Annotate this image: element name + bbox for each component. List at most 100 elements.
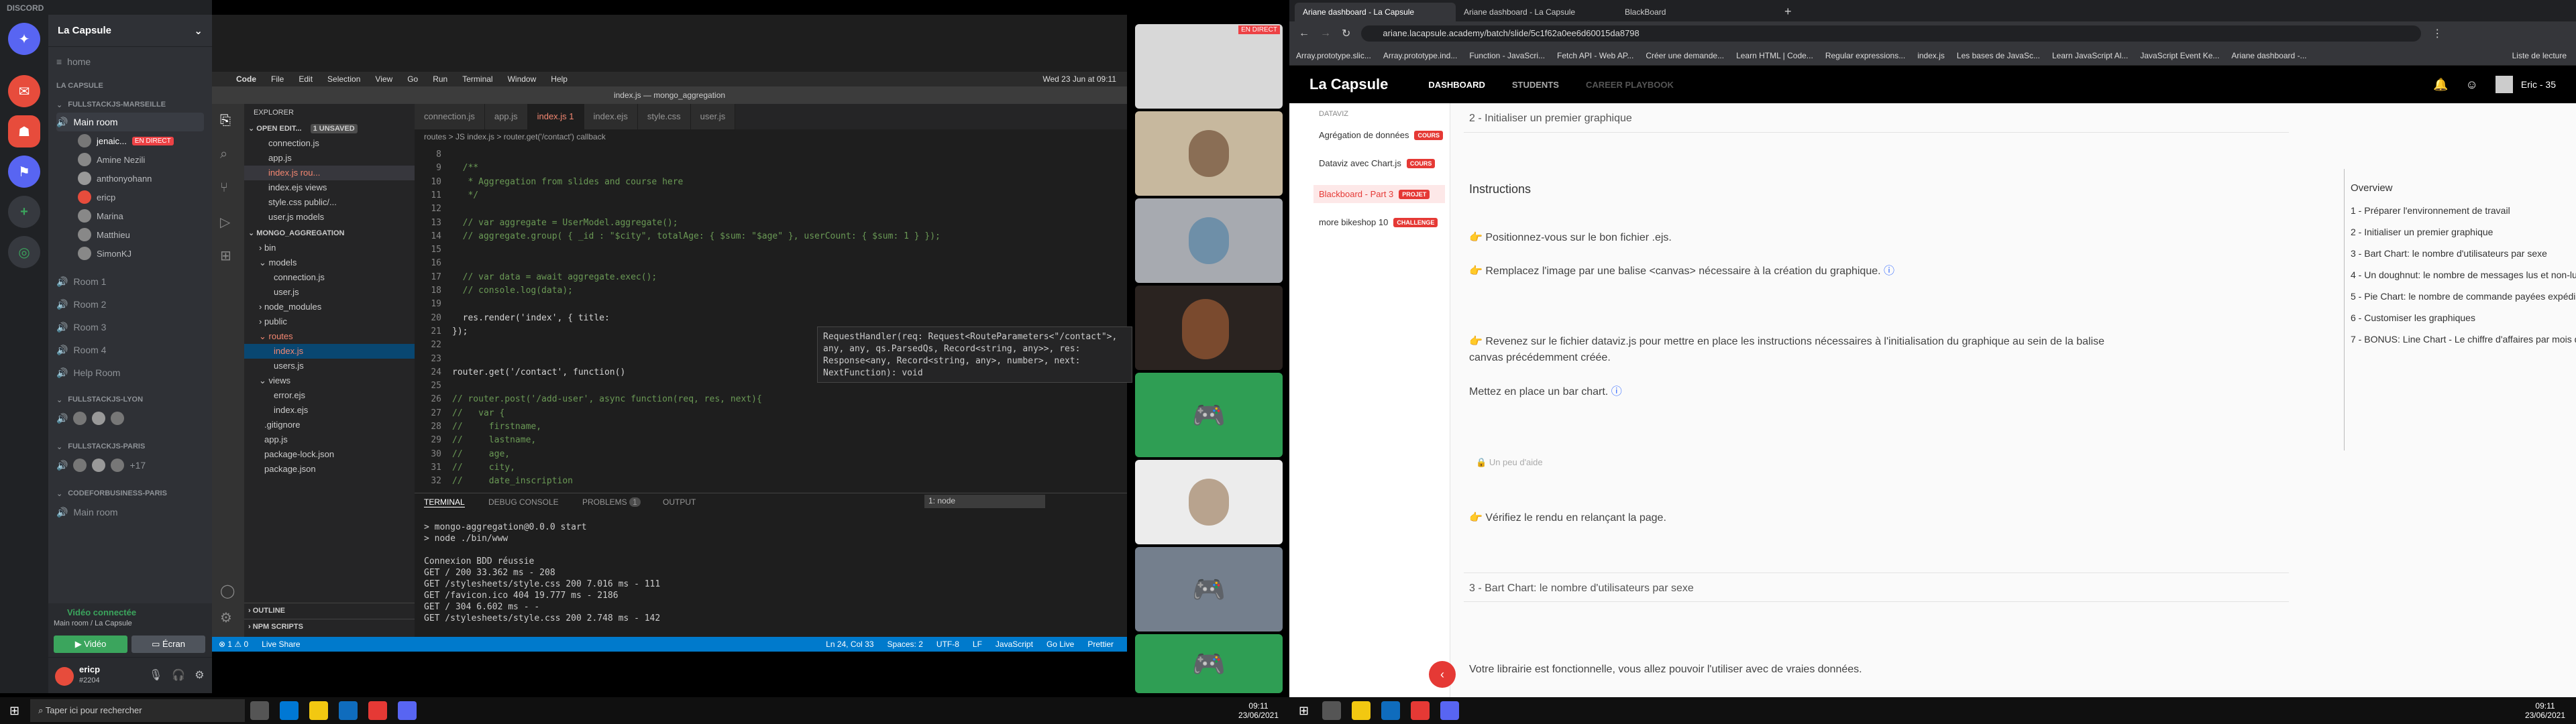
status-language[interactable]: JavaScript bbox=[996, 640, 1033, 649]
tree-file[interactable]: user.js bbox=[244, 285, 415, 300]
tree-file[interactable]: .gitignore bbox=[244, 418, 415, 432]
code-line[interactable]: // var aggregate = UserModel.aggregate()… bbox=[452, 218, 678, 228]
extensions-icon[interactable]: ⋮ bbox=[2432, 27, 2443, 40]
reload-icon[interactable]: ↻ bbox=[1342, 27, 1350, 40]
tab-style[interactable]: style.css bbox=[637, 104, 691, 129]
channel-room[interactable]: 🔊 Help Room bbox=[56, 363, 204, 382]
menu-item[interactable]: Terminal bbox=[462, 74, 492, 84]
info-icon[interactable]: ⓘ bbox=[1884, 265, 1894, 277]
server-icon[interactable]: ⚑ bbox=[8, 156, 40, 188]
overview-item[interactable]: 3 - Bart Chart: le nombre d'utilisateurs… bbox=[2351, 248, 2547, 259]
voice-user[interactable]: Amine Nezili bbox=[78, 150, 145, 169]
add-server-icon[interactable]: + bbox=[8, 196, 40, 228]
bookmark[interactable]: Ariane dashboard -... bbox=[2231, 51, 2306, 60]
code-line[interactable]: * Aggregation from slides and course her… bbox=[452, 177, 683, 187]
menu-item[interactable]: File bbox=[271, 74, 284, 84]
category-lyon[interactable]: ⌄ FULLSTACKJS-LYON bbox=[56, 390, 204, 409]
participant-video[interactable] bbox=[1135, 111, 1283, 196]
vscode-icon[interactable] bbox=[339, 701, 358, 720]
help-toggle[interactable]: 🔒 Un peu d'aide bbox=[1476, 457, 1543, 468]
lobby-row[interactable]: 🔊 bbox=[56, 409, 204, 428]
info-icon[interactable]: ⓘ bbox=[1611, 386, 1622, 398]
code-line[interactable]: */ bbox=[452, 190, 478, 200]
participant-video[interactable] bbox=[1135, 460, 1283, 544]
participant-discord-avatar[interactable]: 🎮 bbox=[1135, 547, 1283, 631]
tree-folder[interactable]: › public bbox=[244, 314, 415, 329]
nav-students[interactable]: STUDENTS bbox=[1512, 80, 1559, 90]
browser-tab[interactable]: Ariane dashboard - La Capsule bbox=[1456, 3, 1617, 21]
video-button[interactable]: ▶ Vidéo bbox=[54, 636, 127, 653]
code-line[interactable]: // console.log(data); bbox=[452, 286, 573, 296]
tab-output[interactable]: OUTPUT bbox=[663, 497, 696, 507]
tree-file[interactable]: connection.js bbox=[244, 270, 415, 285]
account-icon[interactable]: ◯ bbox=[220, 583, 235, 599]
chrome-icon[interactable] bbox=[1411, 701, 1430, 720]
menu-item[interactable]: Edit bbox=[299, 74, 313, 84]
open-editors-header[interactable]: ⌄ OPEN EDIT... 1 UNSAVED bbox=[244, 121, 415, 136]
server-icon[interactable]: ✉ bbox=[8, 75, 40, 107]
stream-preview-tile[interactable]: EN DIRECT bbox=[1135, 24, 1283, 109]
step3-title[interactable]: 3 - Bart Chart: le nombre d'utilisateurs… bbox=[1464, 572, 2289, 602]
run-debug-icon[interactable]: ▷ bbox=[220, 214, 230, 231]
category-paris[interactable]: ⌄ FULLSTACKJS-PARIS bbox=[56, 437, 204, 456]
vscode-icon[interactable] bbox=[1381, 701, 1401, 720]
new-tab-icon[interactable]: + bbox=[1778, 5, 1799, 21]
terminal-output[interactable]: > mongo-aggregation@0.0.0 start > node .… bbox=[424, 522, 660, 624]
browser-tab[interactable]: BlackBoard bbox=[1617, 3, 1778, 21]
code-line[interactable]: res.render('index', { title: bbox=[452, 313, 610, 323]
channel-room[interactable]: 🔊 Room 1 bbox=[56, 272, 204, 291]
channel-main-room-2[interactable]: 🔊 Main room bbox=[56, 503, 204, 522]
tab-app[interactable]: app.js bbox=[484, 104, 528, 129]
voice-user[interactable]: jenaic... EN DIRECT bbox=[78, 131, 174, 150]
nav-career[interactable]: CAREER PLAYBOOK bbox=[1586, 80, 1674, 90]
tab-debug-console[interactable]: DEBUG CONSOLE bbox=[488, 497, 559, 507]
participant-video[interactable] bbox=[1135, 286, 1283, 370]
lobby-row[interactable]: 🔊 +17 bbox=[56, 456, 204, 475]
overview-item[interactable]: 5 - Pie Chart: le nombre de commande pay… bbox=[2351, 291, 2576, 302]
extensions-icon[interactable]: ⊞ bbox=[220, 247, 231, 264]
outline-header[interactable]: › OUTLINE bbox=[244, 603, 415, 617]
bookmark[interactable]: Fetch API - Web AP... bbox=[1557, 51, 1633, 60]
status-prettier[interactable]: Prettier bbox=[1087, 640, 1114, 649]
category-marseille[interactable]: ⌄ FULLSTACKJS-MARSEILLE bbox=[56, 95, 204, 114]
status-live-share[interactable]: Live Share bbox=[262, 640, 300, 649]
bookmark[interactable]: Les bases de JavaSc... bbox=[1957, 51, 2040, 60]
tab-index-js[interactable]: index.js 1 bbox=[527, 104, 584, 129]
forward-icon[interactable]: → bbox=[1320, 27, 1331, 40]
overview-item[interactable]: 2 - Initialiser un premier graphique bbox=[2351, 227, 2493, 237]
channel-main-room[interactable]: 🔊 Main room bbox=[56, 113, 204, 131]
sidebar-item[interactable]: more bikeshop 10 CHALLENGE bbox=[1319, 217, 1438, 227]
code-line[interactable]: // firstname, bbox=[452, 422, 541, 432]
open-file[interactable]: user.js models bbox=[244, 210, 415, 225]
browser-tab[interactable]: Ariane dashboard - La Capsule bbox=[1295, 3, 1456, 21]
bookmark[interactable]: Learn HTML | Code... bbox=[1736, 51, 1813, 60]
participant-video[interactable] bbox=[1135, 198, 1283, 283]
bookmark[interactable]: Array.prototype.ind... bbox=[1383, 51, 1458, 60]
tree-file[interactable]: package-lock.json bbox=[244, 447, 415, 462]
search-icon[interactable]: ⌕ bbox=[220, 147, 227, 162]
overview-item[interactable]: 7 - BONUS: Line Chart - Le chiffre d'aff… bbox=[2351, 334, 2576, 345]
explorer-icon[interactable] bbox=[1352, 701, 1371, 720]
back-icon[interactable]: ← bbox=[1299, 27, 1309, 40]
reading-list[interactable]: Liste de lecture bbox=[2512, 51, 2567, 60]
open-file-active[interactable]: index.js rou... bbox=[244, 166, 415, 180]
tree-file[interactable]: error.ejs bbox=[244, 388, 415, 403]
status-problems[interactable]: ⊗ 1 ⚠ 0 bbox=[219, 640, 248, 649]
tab-terminal[interactable]: TERMINAL bbox=[424, 497, 465, 507]
voice-user[interactable]: ericp bbox=[78, 188, 115, 206]
code-line[interactable]: }); bbox=[452, 326, 468, 337]
status-position[interactable]: Ln 24, Col 33 bbox=[826, 640, 873, 649]
code-line[interactable]: // age, bbox=[452, 449, 510, 459]
back-button[interactable]: ‹ bbox=[1429, 661, 1456, 688]
category-lacapsule[interactable]: LA CAPSULE bbox=[56, 76, 204, 95]
bookmark[interactable]: JavaScript Event Ke... bbox=[2140, 51, 2219, 60]
channel-home[interactable]: ≡ home bbox=[56, 52, 204, 71]
voice-user[interactable]: Matthieu bbox=[78, 225, 130, 244]
status-spaces[interactable]: Spaces: 2 bbox=[888, 640, 923, 649]
code-line[interactable]: // router.post('/add-user', async functi… bbox=[452, 394, 762, 404]
participant-discord-avatar[interactable]: 🎮 bbox=[1135, 634, 1283, 693]
overview-item[interactable]: 6 - Customiser les graphiques bbox=[2351, 312, 2475, 323]
open-file[interactable]: connection.js bbox=[244, 136, 415, 151]
status-eol[interactable]: LF bbox=[973, 640, 982, 649]
start-icon[interactable]: ⊞ bbox=[1299, 704, 1309, 718]
